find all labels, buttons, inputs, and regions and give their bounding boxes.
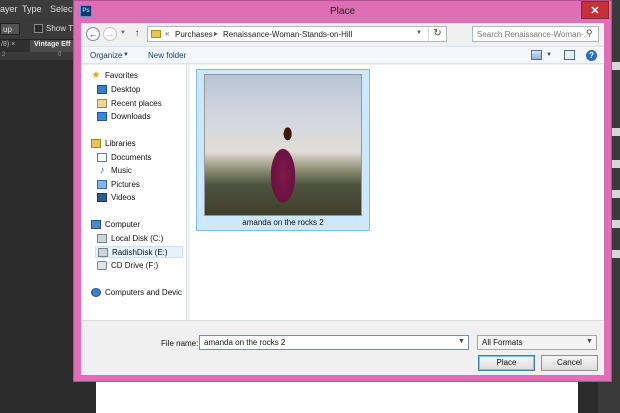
computer-icon (91, 220, 101, 229)
navigation-pane: ★ Favorites Desktop Recent places Downlo… (81, 65, 186, 320)
organize-button[interactable]: Organize (90, 51, 122, 60)
pictures-icon (97, 180, 107, 189)
hard-disk-icon (97, 234, 107, 243)
nav-documents[interactable]: Documents (97, 152, 183, 164)
forward-button[interactable]: → (103, 27, 117, 41)
recent-places-icon (97, 99, 107, 108)
up-button[interactable]: ↑ (131, 27, 143, 41)
format-value: All Formats (482, 338, 523, 347)
preview-pane-icon[interactable] (564, 50, 575, 60)
videos-icon (97, 193, 107, 202)
new-folder-button[interactable]: New folder (148, 51, 186, 60)
nav-downloads[interactable]: Downloads (97, 111, 183, 123)
view-dropdown-icon[interactable]: ▼ (546, 52, 552, 58)
desktop-icon (97, 85, 107, 94)
breadcrumb-purchases[interactable]: Purchases (175, 30, 213, 39)
chevron-down-icon[interactable]: ▼ (458, 338, 465, 345)
dialog-title-bar[interactable]: Ps Place ✕ (74, 1, 611, 23)
file-name-field[interactable]: amanda on the rocks 2 ▼ (199, 335, 469, 350)
change-view-icon[interactable] (531, 50, 542, 60)
organize-dropdown-icon[interactable]: ▼ (123, 52, 129, 58)
nav-libraries[interactable]: Libraries (91, 138, 183, 150)
nav-cd-drive[interactable]: CD Drive (F:) (97, 260, 183, 272)
breadcrumb-separator-icon[interactable]: ▸ (214, 29, 218, 38)
nav-favorites[interactable]: ★ Favorites (91, 70, 183, 82)
documents-icon (97, 153, 107, 162)
cancel-button[interactable]: Cancel (541, 355, 598, 371)
place-button[interactable]: Place (478, 355, 535, 371)
nav-desktop[interactable]: Desktop (97, 84, 183, 96)
toolbar: Organize ▼ New folder ▼ ? (81, 46, 604, 64)
star-icon: ★ (91, 70, 101, 81)
file-list-pane: amanda on the rocks 2 (190, 65, 604, 320)
nav-computer[interactable]: Computer (91, 219, 183, 231)
options-dropdown[interactable]: up (0, 23, 20, 35)
ruler-mark: 2 (2, 52, 6, 58)
document-tab-partial[interactable]: /8) × (0, 41, 28, 52)
close-button[interactable]: ✕ (581, 1, 609, 19)
refresh-icon[interactable]: ↻ (428, 27, 446, 41)
dialog-bottom: File name: amanda on the rocks 2 ▼ All F… (81, 320, 604, 375)
file-name: amanda on the rocks 2 (242, 218, 324, 227)
nav-network[interactable]: Computers and Devic (91, 287, 186, 299)
back-button[interactable]: ← (86, 27, 100, 41)
breadcrumb-overflow[interactable]: « (165, 29, 169, 38)
nav-radish-disk[interactable]: RadishDisk (E:) (95, 246, 183, 258)
nav-music[interactable]: ♪ Music (97, 165, 183, 177)
ps-canvas (96, 380, 578, 413)
libraries-icon (91, 139, 101, 148)
ruler-mark: 0 (58, 52, 62, 58)
cd-drive-icon (97, 261, 107, 270)
nav-videos[interactable]: Videos (97, 192, 183, 204)
address-bar[interactable]: « Purchases ▸ Renaissance-Woman-Stands-o… (147, 26, 447, 42)
search-icon[interactable]: ⚲ (586, 28, 593, 39)
chevron-down-icon[interactable]: ▼ (586, 338, 593, 345)
downloads-icon (97, 112, 107, 121)
search-placeholder: Search Renaissance-Woman-... (477, 30, 585, 39)
nav-local-disk[interactable]: Local Disk (C:) (97, 233, 183, 245)
address-dropdown-icon[interactable]: ▼ (416, 30, 422, 36)
format-select[interactable]: All Formats ▼ (477, 335, 597, 350)
show-transform-checkbox[interactable] (34, 24, 43, 33)
folder-icon (151, 30, 161, 38)
music-icon: ♪ (99, 165, 105, 176)
document-tab-vintage[interactable]: Vintage Eff (30, 40, 78, 52)
menu-select[interactable]: Select (50, 4, 75, 14)
recent-locations-chevron-icon[interactable]: ▼ (119, 30, 127, 38)
file-name-label: File name: (161, 339, 199, 348)
ps-ruler: 2 0 (0, 52, 78, 60)
file-name-value: amanda on the rocks 2 (204, 338, 286, 347)
search-input[interactable]: Search Renaissance-Woman-... ⚲ (472, 26, 599, 42)
menu-type[interactable]: Type (22, 4, 42, 14)
dialog-title: Place (329, 6, 355, 17)
place-dialog: Ps Place ✕ ← → ▼ ↑ « Purchases ▸ Renaiss… (73, 0, 612, 382)
nav-pictures[interactable]: Pictures (97, 179, 183, 191)
help-icon[interactable]: ? (586, 50, 597, 61)
file-item[interactable]: amanda on the rocks 2 (196, 69, 370, 231)
hard-disk-icon (98, 248, 108, 257)
network-icon (91, 288, 101, 297)
image-thumbnail (204, 74, 362, 216)
nav-recent-places[interactable]: Recent places (97, 98, 183, 110)
dialog-client: ← → ▼ ↑ « Purchases ▸ Renaissance-Woman-… (81, 23, 604, 375)
menu-layer[interactable]: ayer (0, 4, 18, 14)
breadcrumb-current-folder[interactable]: Renaissance-Woman-Stands-on-Hill (223, 30, 352, 39)
